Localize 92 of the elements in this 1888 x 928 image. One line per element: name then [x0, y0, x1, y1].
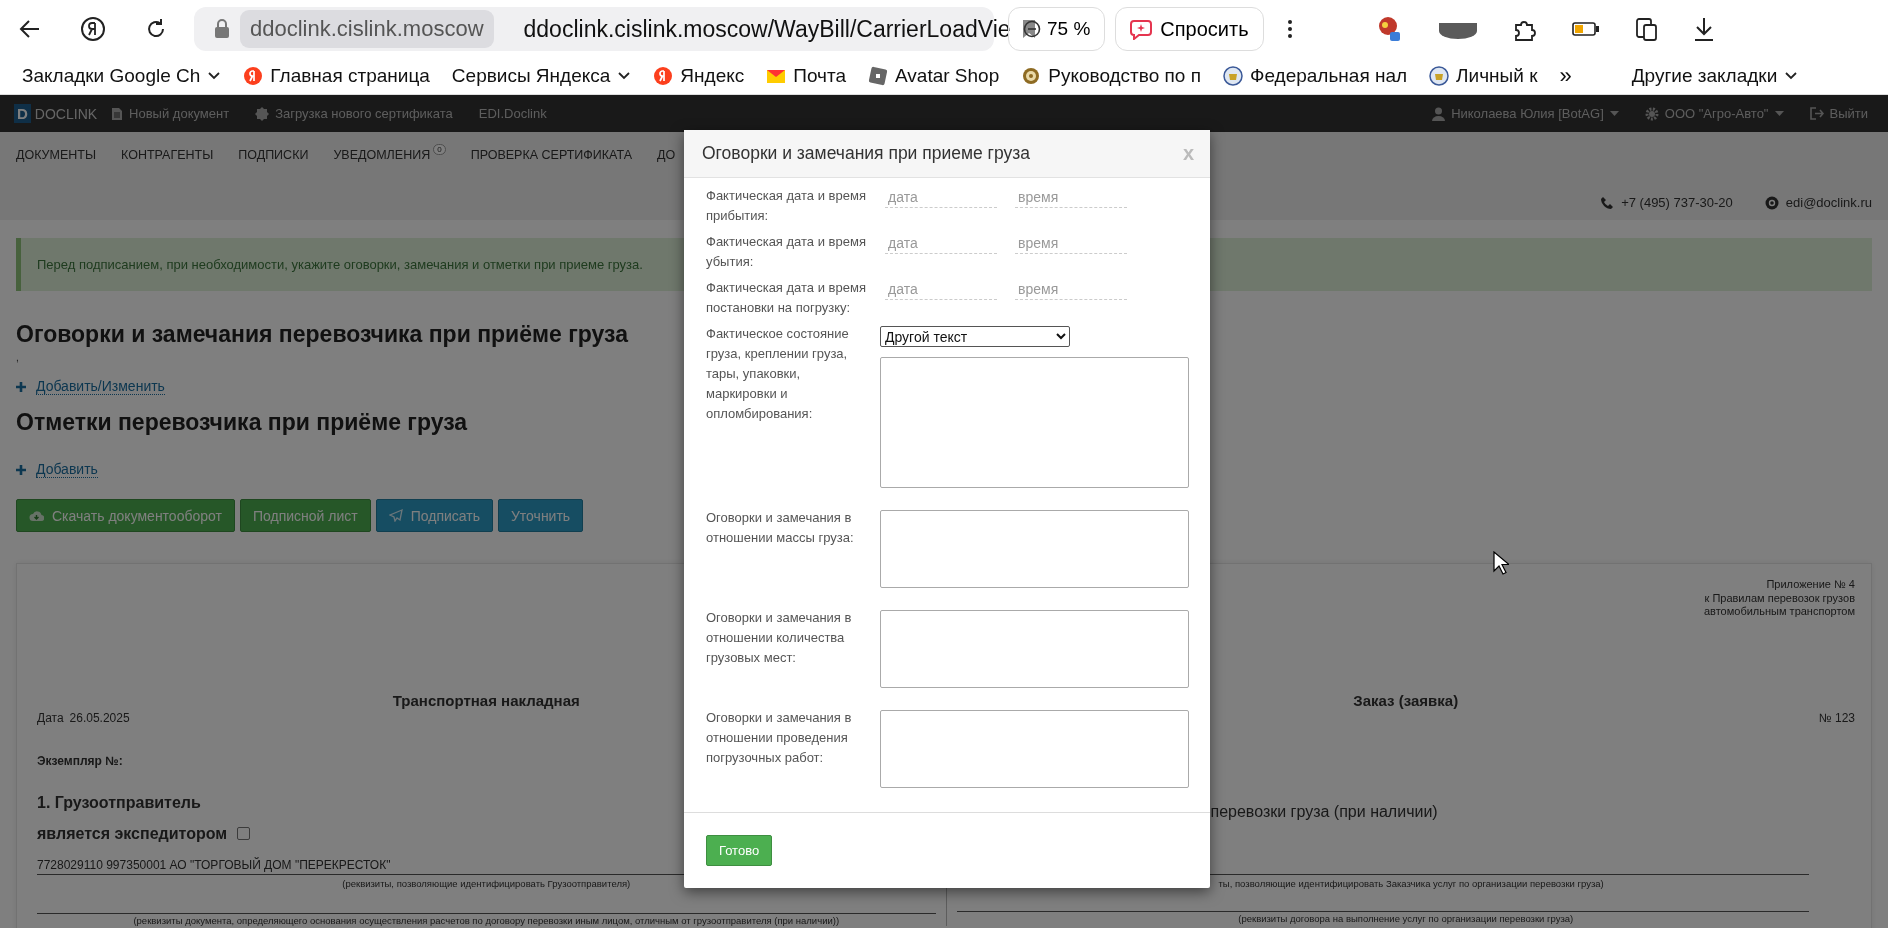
field-caption: (реквизиты документа, определяющего основания осуществления расчетов по договору перевозки иным лицом, отличным от грузоотправителя (при наличии)) — [133, 914, 840, 926]
zoom-button[interactable]: 75 % — [1008, 7, 1106, 51]
modal-title: Оговорки и замечания при приеме груза — [702, 143, 1031, 164]
chevron-down-icon — [617, 71, 632, 81]
plus-icon — [16, 464, 26, 475]
appendix-note: к Правилам перевозок грузов — [1704, 591, 1855, 605]
note-text: , — [16, 352, 19, 364]
field-caption: (реквизиты договора на выполнение услуг по организации перевозки груза) — [1238, 912, 1574, 924]
chevron-down-icon — [1784, 71, 1799, 81]
checkbox-label: является экспедитором — [37, 824, 228, 843]
party-heading: перевозки груза (при наличии) — [1210, 802, 1438, 821]
bookmark[interactable]: Почта — [766, 65, 846, 87]
chevron-down-icon — [207, 71, 222, 81]
more-icon[interactable] — [1285, 18, 1294, 40]
appendix-note: автомобильным транспортом — [1703, 605, 1855, 619]
logo-mark: D — [14, 104, 31, 123]
bookmark-folder[interactable]: Другие закладки — [1631, 65, 1799, 87]
nav-link[interactable]: ДОКУМЕНТЫ — [16, 148, 97, 162]
field-label: Оговорки и замечания в отношении количества грузовых мест: — [706, 609, 853, 667]
header-link[interactable]: Новый документ — [111, 106, 230, 121]
add-link[interactable]: Добавить — [36, 461, 98, 478]
header-link[interactable]: EDI.Doclink — [478, 106, 547, 121]
user-menu[interactable]: Николаева Юлия [BotAG] — [1432, 106, 1619, 121]
bookmark[interactable]: Сервисы Яндекса — [451, 65, 632, 87]
appendix-note: Приложение № 4 — [1766, 578, 1855, 592]
bookmark[interactable]: Закладки Google Ch — [22, 65, 222, 87]
document-title: Транспортная накладная — [392, 691, 580, 709]
nav-link[interactable]: ДО — [657, 148, 676, 162]
field-label: Оговорки и замечания в отношении проведения погрузочных работ: — [706, 709, 853, 767]
section-heading: Отметки перевозчика при приёме груза — [16, 409, 468, 436]
site-icon — [1429, 66, 1450, 86]
field-label: Фактическое состояние груза, креплении груза, тары, упаковки, маркировки и опломбирования: — [706, 325, 850, 423]
document-title: Заказ (заявка) — [1353, 691, 1459, 709]
bookmark[interactable]: Личный к — [1429, 65, 1538, 87]
phone-icon — [1600, 195, 1615, 210]
site-icon — [1222, 66, 1243, 86]
action-button[interactable]: Подписать — [375, 499, 493, 532]
bookmark[interactable]: Главная страница — [243, 65, 430, 87]
field-label: Фактическая дата и время прибытия: — [706, 187, 867, 225]
dropdown[interactable]: Другой текст — [880, 326, 1070, 347]
field-caption: (реквизиты, позволяющие идентифицировать Грузоотправителя) — [342, 877, 631, 889]
action-button[interactable]: Уточнить — [497, 499, 584, 532]
site-icon — [653, 66, 674, 86]
field-label: Оговорки и замечания в отношении массы груза: — [706, 509, 855, 547]
action-button[interactable]: Подписной лист — [239, 499, 371, 532]
date-label: Дата — [37, 710, 64, 725]
nav-link[interactable]: ПРОВЕРКА СЕРТИФИКАТА — [470, 148, 632, 162]
order-number: № 123 — [1818, 710, 1855, 725]
domain-chip: ddoclink.cislink.moscow — [240, 10, 494, 48]
badge-icon — [255, 106, 270, 121]
logo-icon[interactable] — [80, 16, 106, 42]
party-heading: 1. Грузоотправитель — [37, 793, 201, 812]
document-icon — [111, 106, 124, 121]
cloud-download-icon — [29, 509, 44, 522]
action-button[interactable]: Скачать документооборот — [16, 499, 235, 532]
bookmark-icon — [1020, 19, 1037, 39]
site-icon — [868, 66, 888, 86]
battery-icon[interactable] — [1571, 21, 1600, 37]
add-link[interactable]: Добавить/Изменить — [36, 378, 165, 395]
site-icon — [243, 66, 264, 86]
more-bookmarks-button[interactable]: » — [1559, 63, 1572, 89]
date-value: 26.05.2025 — [69, 710, 130, 725]
header-link[interactable]: Загрузка нового сертификата — [255, 106, 453, 121]
checkbox[interactable] — [237, 827, 251, 840]
organization-menu[interactable]: ООО "Агро-Авто" — [1644, 106, 1784, 121]
done-button[interactable]: Готово — [706, 835, 773, 866]
phone-link[interactable]: +7 (495) 737-30-20 — [1600, 195, 1733, 210]
caret-icon — [1774, 110, 1784, 117]
plus-icon — [16, 381, 26, 392]
field-caption: ты, позволяющие идентифицировать Заказчика услуг по организации перевозки груза) — [1218, 877, 1604, 889]
copy-label: Экземпляр №: — [37, 753, 123, 768]
section-heading: Оговорки и замечания перевозчика при приёме груза — [16, 321, 628, 348]
url-text: ddoclink.cislink.moscow/WayBill/CarrierLoadVie — [523, 15, 1011, 43]
send-icon — [388, 509, 403, 522]
logout-link[interactable]: Выйти — [1809, 106, 1868, 121]
email-link[interactable]: edi@doclink.ru — [1764, 195, 1872, 210]
brand-name: DOCLINK — [34, 105, 98, 122]
bookmark[interactable]: Avatar Shop — [868, 65, 1000, 87]
sign-out-icon — [1809, 107, 1824, 120]
ask-button[interactable]: Спросить — [1115, 7, 1264, 51]
chat-icon — [1130, 18, 1153, 40]
bookmark[interactable]: Руководство по п — [1021, 65, 1201, 87]
lock-icon — [214, 19, 230, 39]
caret-icon — [1609, 110, 1619, 117]
bookmark[interactable]: Яндекс — [653, 65, 745, 87]
nav-link[interactable]: ПОДПИСКИ — [238, 148, 309, 162]
nav-link[interactable]: КОНТРАГЕНТЫ — [121, 148, 214, 162]
user-icon — [1432, 106, 1446, 121]
clipboard-icon[interactable] — [1633, 16, 1658, 42]
count-badge: 0 — [433, 144, 446, 155]
bookmark[interactable]: Федеральная нал — [1222, 65, 1408, 87]
zoom-out-icon — [1023, 20, 1041, 38]
